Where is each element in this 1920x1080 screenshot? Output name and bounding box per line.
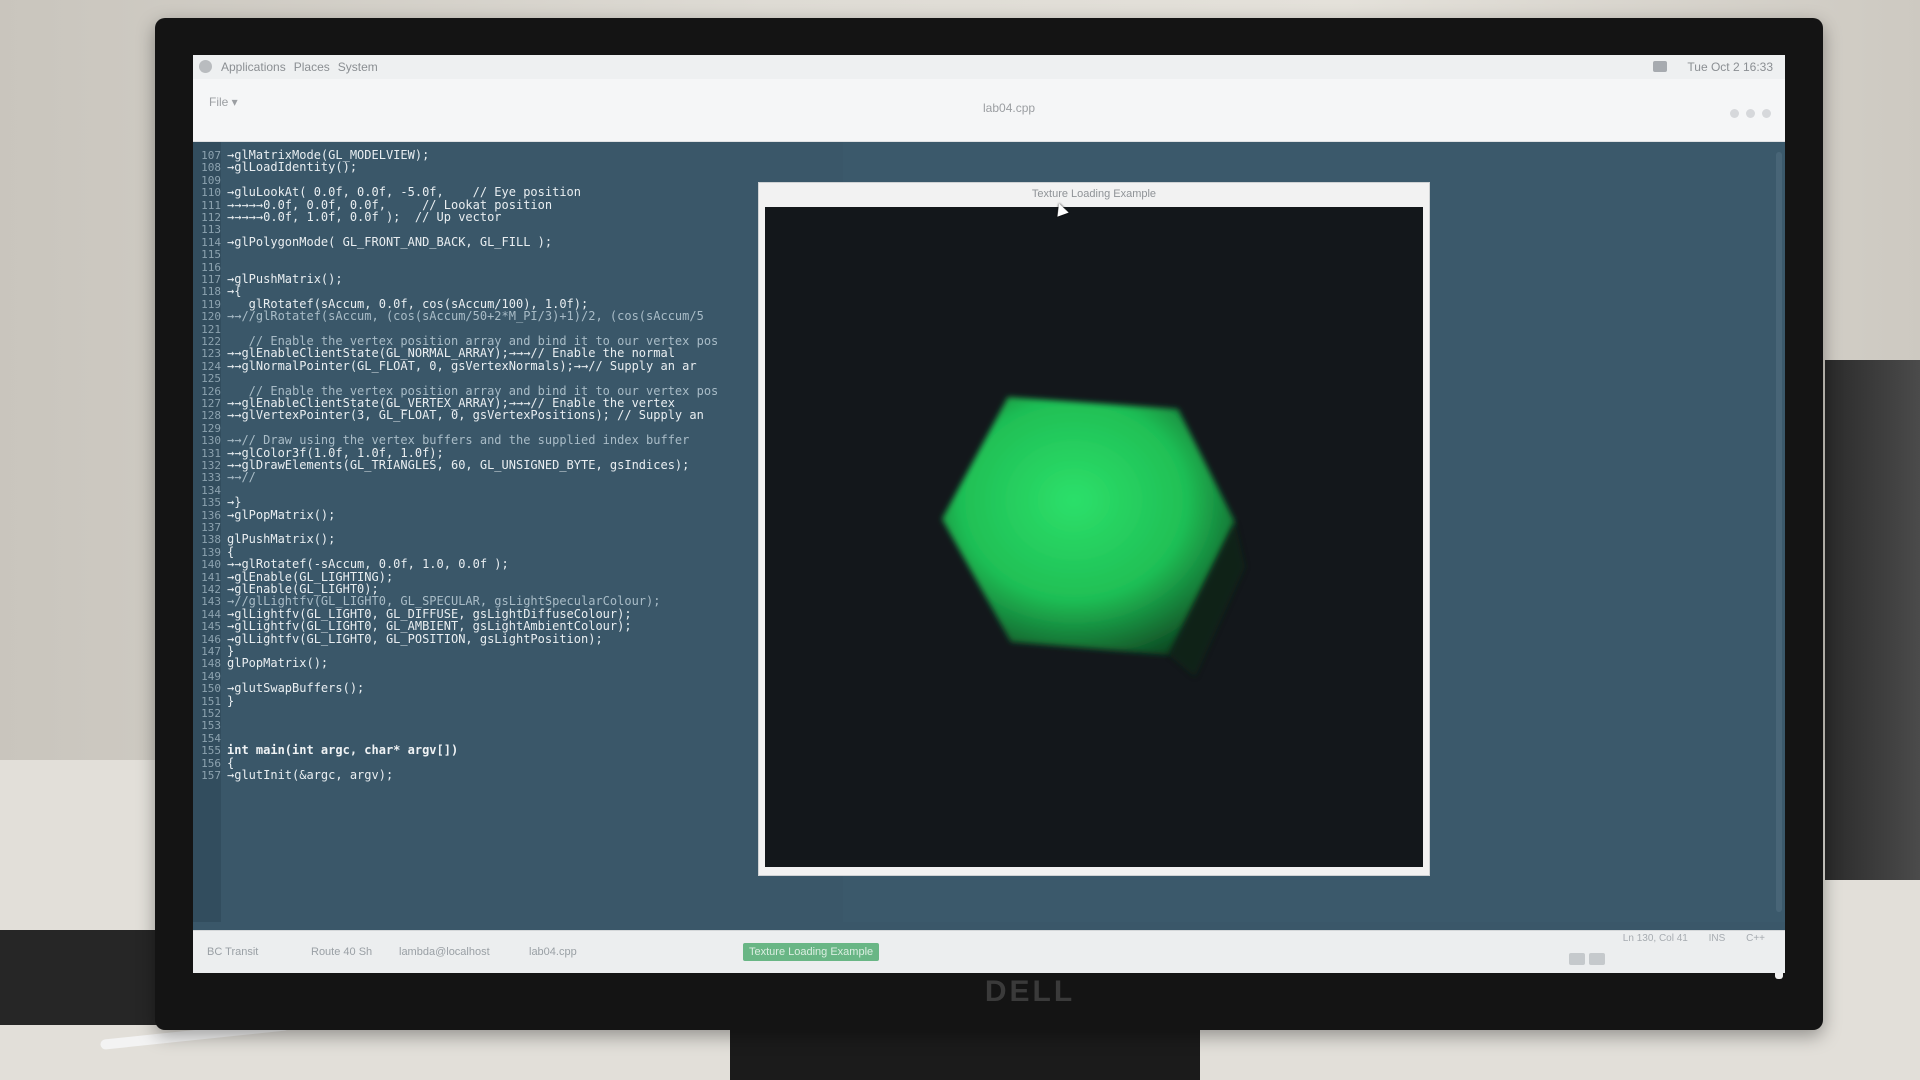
gl-canvas[interactable] [765,207,1423,867]
bottom-panel: BC Transit Route 40 Sh lambda@localhost … [193,930,1785,973]
task-editor[interactable]: lab04.cpp [523,943,583,961]
workspace-2-icon[interactable] [1589,953,1605,965]
task-route[interactable]: Route 40 Sh [305,943,378,961]
workspace-1-icon[interactable] [1569,953,1585,965]
insert-mode: INS [1708,933,1726,944]
file-menu[interactable]: File ▾ [209,95,238,109]
task-gl-window[interactable]: Texture Loading Example [743,943,880,961]
menu-applications[interactable]: Applications [221,60,286,74]
document-title: lab04.cpp [983,101,1036,115]
top-panel: Applications Places System Tue Oct 2 16:… [193,55,1785,79]
editor-status: Ln 130, Col 41 INS C++ [1605,933,1765,944]
panel-clock[interactable]: Tue Oct 2 16:33 [1687,60,1773,74]
editor-scrollbar[interactable] [1776,152,1782,912]
maximize-icon[interactable] [1746,109,1755,118]
gl-render [942,397,1245,677]
menu-places[interactable]: Places [294,60,330,74]
panel-menus: Applications Places System [221,60,378,74]
network-icon[interactable] [1653,61,1667,72]
cursor-position: Ln 130, Col 41 [1622,933,1688,944]
task-terminal[interactable]: lambda@localhost [393,943,496,961]
gl-window[interactable]: Texture Loading Example [758,182,1430,876]
line-number: 157 [201,769,221,782]
code-line[interactable]: 157 →glutInit(&argc, argv); [193,768,753,783]
menu-system[interactable]: System [338,60,378,74]
editor-titlebar: File ▾ lab04.cpp [193,79,1785,142]
tray-icons [1569,953,1605,965]
monitor-stand [730,1030,1200,1080]
minimize-icon[interactable] [1730,109,1739,118]
language-mode: C++ [1746,933,1765,944]
distro-logo-icon[interactable] [199,60,212,73]
task-bc-transit[interactable]: BC Transit [201,943,264,961]
gl-window-title[interactable]: Texture Loading Example [759,183,1429,205]
code-text: →glutInit(&argc, argv); [227,768,394,782]
close-icon[interactable] [1762,109,1771,118]
office-cabinet [1825,360,1920,880]
monitor-brand-logo: DELL [984,975,1076,1008]
keyboard [0,930,170,1025]
screen: Applications Places System Tue Oct 2 16:… [193,55,1785,973]
